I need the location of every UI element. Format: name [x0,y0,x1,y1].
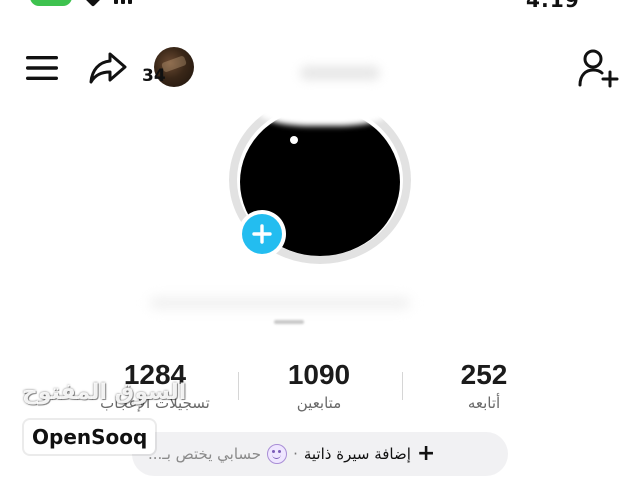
signal-strength-icon [114,0,132,4]
handle-redacted [150,298,410,308]
location-arrow-icon [83,0,103,7]
add-photo-button[interactable] [238,210,286,258]
add-bio-button[interactable]: + إضافة سيرة ذاتية · حسابي يختص بـ... [132,432,508,476]
status-time: 4:19 [526,0,580,12]
avatar-redaction [258,90,390,126]
followers-count: 1090 [287,359,351,390]
watermark-arabic: السوق المفتوح [22,380,187,405]
bio-separator: · [293,445,298,463]
menu-button[interactable] [22,50,62,86]
plus-icon: + [416,441,436,466]
following-stat[interactable]: 252 أتابعه [414,359,554,413]
handle-redacted-dots [274,320,304,324]
watermark-brand: OpenSooq [24,420,156,454]
add-user-icon [578,49,619,88]
avatar-highlight [290,136,298,144]
share-arrow-icon [89,52,127,84]
share-button[interactable] [86,48,130,88]
story-count-badge: 34 [142,66,166,86]
battery-indicator [30,0,72,6]
add-friend-button[interactable] [574,46,622,90]
stats-divider [402,372,403,400]
following-label: أتابعه [467,394,501,412]
followers-label: متابعين [296,394,342,412]
add-photo-circle [242,214,282,254]
bio-placeholder: حسابي يختص بـ... [148,445,262,463]
following-count: 252 [460,359,508,390]
hamburger-menu-icon [26,56,58,80]
smiley-face-icon [267,444,288,464]
plus-icon [252,224,272,244]
stats-divider [238,372,239,400]
add-bio-label: إضافة سيرة ذاتية [303,445,411,463]
followers-stat[interactable]: 1090 متابعين [249,359,389,413]
username-redacted [300,66,380,80]
